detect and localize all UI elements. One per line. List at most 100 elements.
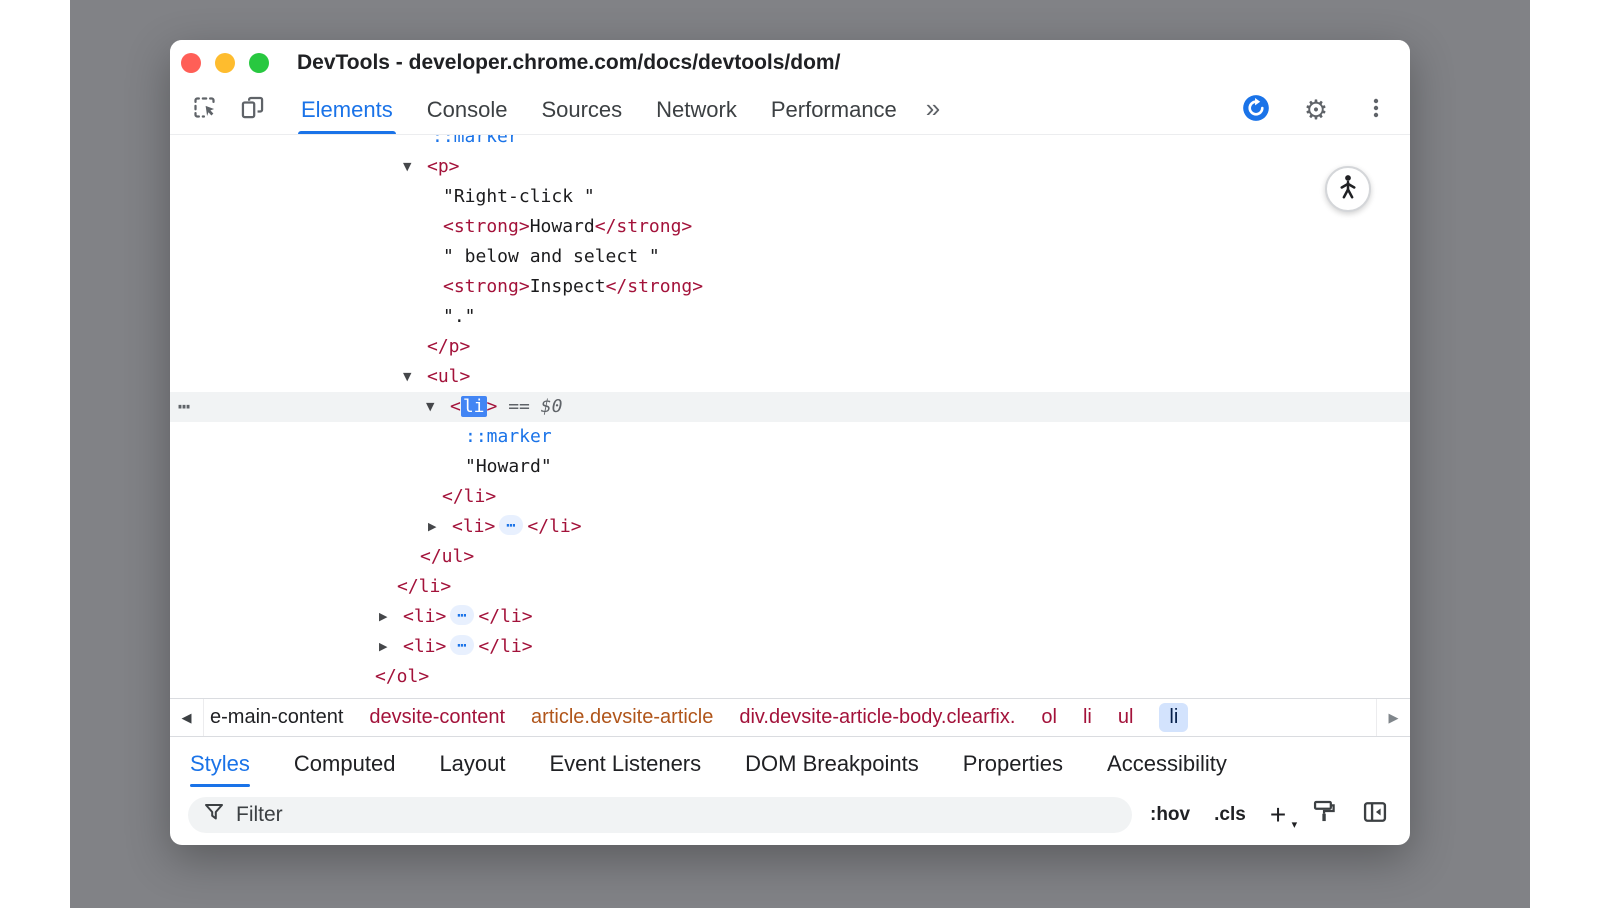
breadcrumb-item[interactable]: e-main-content — [210, 706, 343, 729]
element-classes-button[interactable]: .cls — [1214, 804, 1246, 826]
tree-row[interactable]: ▶<li>⋯</li> — [170, 632, 1410, 662]
selected-tag-name: li — [461, 396, 487, 417]
breadcrumb-scroll-right-button[interactable]: ▶ — [1376, 699, 1410, 736]
row-more-actions-icon[interactable]: ⋯ — [178, 392, 191, 420]
sidebar-pane-tabs: Styles Computed Layout Event Listeners DOM B… — [170, 737, 1410, 790]
tree-row[interactable]: </ul> — [170, 542, 1410, 572]
collapse-arrow-icon[interactable]: ▼ — [403, 152, 411, 182]
minimize-button[interactable] — [215, 53, 235, 73]
tree-row[interactable]: </p> — [170, 332, 1410, 362]
tab-elements[interactable]: Elements — [284, 86, 410, 134]
tree-row[interactable]: <strong>Howard</strong> — [170, 212, 1410, 242]
tree-row[interactable]: ▶<li>⋯</li> — [170, 512, 1410, 542]
tag-token: <p> — [427, 156, 460, 177]
text-node: "Howard" — [465, 456, 552, 477]
devtools-window: DevTools - developer.chrome.com/docs/dev… — [170, 40, 1410, 845]
chevron-right-icon: ▶ — [1389, 710, 1399, 726]
zoom-button[interactable] — [249, 53, 269, 73]
tag-token: <strong> — [443, 276, 530, 297]
device-toolbar-icon — [239, 94, 266, 126]
expand-arrow-icon[interactable]: ▶ — [379, 632, 387, 662]
tree-row-selected[interactable]: ⋯▼<li> == $0 — [170, 392, 1410, 422]
expand-arrow-icon[interactable]: ▶ — [428, 512, 436, 542]
traffic-lights — [181, 53, 269, 73]
toolbar-left-icons — [170, 86, 270, 134]
filter-input[interactable] — [236, 803, 1118, 827]
tree-row[interactable]: ▼ <p> — [170, 152, 1410, 182]
tag-token: </strong> — [595, 216, 693, 237]
tree-row[interactable]: " below and select " — [170, 242, 1410, 272]
window-title: DevTools - developer.chrome.com/docs/dev… — [297, 51, 840, 75]
tree-row[interactable]: ▶<li>⋯</li> — [170, 602, 1410, 632]
breadcrumb-item[interactable]: devsite-content — [369, 706, 505, 729]
filter-field — [188, 797, 1132, 833]
text-node: Inspect — [530, 276, 606, 297]
breadcrumb-item-selected[interactable]: li — [1159, 703, 1188, 732]
tree-row[interactable]: "." — [170, 302, 1410, 332]
tree-row[interactable]: "Howard" — [170, 452, 1410, 482]
tree-row[interactable]: ::marker — [170, 422, 1410, 452]
expand-ellipsis-button[interactable]: ⋯ — [499, 515, 523, 535]
sync-badge-button[interactable] — [1238, 92, 1274, 128]
tree-row[interactable]: ::marker — [170, 135, 1410, 152]
caret-down-icon: ▾ — [1292, 820, 1298, 831]
text-node: "Right-click " — [443, 186, 595, 207]
toggle-element-state-button[interactable]: :hov — [1150, 804, 1190, 826]
new-style-rule-button[interactable]: + ▾ — [1270, 801, 1286, 829]
plus-icon: + — [1270, 799, 1286, 830]
breadcrumb-item[interactable]: article.devsite-article — [531, 706, 713, 729]
tag-token: <strong> — [443, 216, 530, 237]
tag-token: <ul> — [427, 366, 470, 387]
tag-token: </li> — [478, 636, 532, 657]
inspect-element-button[interactable] — [186, 92, 222, 128]
inspect-icon — [191, 94, 218, 126]
expand-arrow-icon[interactable]: ▶ — [379, 602, 387, 632]
tree-row[interactable]: </li> — [170, 482, 1410, 512]
tag-token: </ul> — [420, 546, 474, 567]
text-node: " below and select " — [443, 246, 660, 267]
breadcrumb-item[interactable]: ul — [1118, 706, 1134, 729]
menu-button[interactable] — [1358, 92, 1394, 128]
tree-row[interactable]: </li> — [170, 572, 1410, 602]
dom-tree: ::marker▼<p>"Right-click "<strong>Howard… — [170, 135, 1410, 698]
tab-network[interactable]: Network — [639, 86, 754, 134]
devtools-toolbar: ElementsConsoleSourcesNetworkPerformance… — [170, 86, 1410, 135]
kebab-menu-icon — [1364, 96, 1388, 125]
breadcrumb-item[interactable]: ol — [1041, 706, 1057, 729]
tree-row[interactable]: "Right-click " — [170, 182, 1410, 212]
pane-tab-event-listeners[interactable]: Event Listeners — [550, 737, 702, 790]
breadcrumb-item[interactable]: li — [1083, 706, 1092, 729]
expand-ellipsis-button[interactable]: ⋯ — [450, 605, 474, 625]
rendering-emulations-button[interactable] — [1310, 798, 1337, 831]
pane-tab-computed[interactable]: Computed — [294, 737, 396, 790]
settings-button[interactable]: ⚙ — [1298, 92, 1334, 128]
collapse-arrow-icon[interactable]: ▼ — [426, 392, 434, 422]
equals-token: == — [497, 396, 540, 417]
text-node: "." — [443, 306, 476, 327]
pane-tab-styles[interactable]: Styles — [190, 737, 250, 790]
breadcrumb-scroll-left-button[interactable]: ◀ — [170, 699, 204, 736]
more-tabs-button[interactable]: » — [914, 93, 952, 128]
tab-console[interactable]: Console — [410, 86, 525, 134]
tree-row[interactable]: </ol> — [170, 662, 1410, 692]
device-toolbar-button[interactable] — [234, 92, 270, 128]
toolbar-right-icons: ⚙ — [1238, 86, 1394, 134]
styles-actions: :hov .cls + ▾ — [1150, 798, 1389, 832]
expand-ellipsis-button[interactable]: ⋯ — [450, 635, 474, 655]
filter-funnel-icon — [202, 800, 226, 829]
pane-tab-accessibility[interactable]: Accessibility — [1107, 737, 1227, 790]
pane-tab-dom-breakpoints[interactable]: DOM Breakpoints — [745, 737, 919, 790]
tag-token: > — [487, 396, 498, 417]
close-button[interactable] — [181, 53, 201, 73]
tree-row[interactable]: <strong>Inspect</strong> — [170, 272, 1410, 302]
tag-token: </p> — [427, 336, 470, 357]
tree-row[interactable]: ▼ <ul> — [170, 362, 1410, 392]
collapse-arrow-icon[interactable]: ▼ — [403, 362, 411, 392]
tab-sources[interactable]: Sources — [524, 86, 639, 134]
toggle-sidebar-button[interactable] — [1361, 798, 1389, 832]
pane-tab-layout[interactable]: Layout — [439, 737, 505, 790]
tab-performance[interactable]: Performance — [754, 86, 914, 134]
breadcrumb-item[interactable]: div.devsite-article-body.clearfix. — [739, 706, 1015, 729]
pane-tab-properties[interactable]: Properties — [963, 737, 1063, 790]
breadcrumbs: e-main-content devsite-content article.dev… — [204, 699, 1376, 736]
